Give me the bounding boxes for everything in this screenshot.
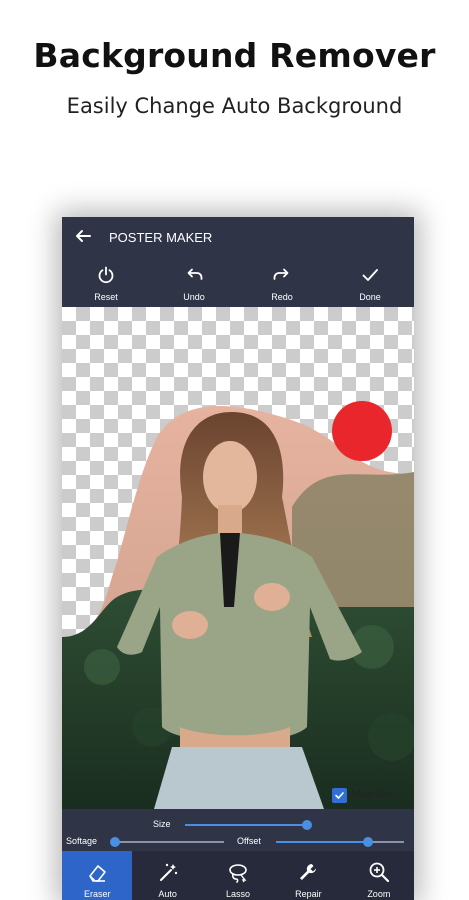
undo-label: Undo xyxy=(183,292,205,302)
nav-repair-label: Repair xyxy=(295,889,322,899)
photo-cutout xyxy=(62,401,414,809)
nav-lasso-label: Lasso xyxy=(226,889,251,899)
size-slider-track[interactable] xyxy=(185,824,311,826)
brush-controls: Size Softage Offset xyxy=(62,809,414,851)
magnifier-checkbox[interactable] xyxy=(332,788,347,803)
eraser-icon xyxy=(89,865,107,882)
nav-repair[interactable]: Repair xyxy=(273,851,343,900)
check-icon xyxy=(335,792,344,799)
nav-eraser[interactable]: Eraser xyxy=(62,851,133,900)
phone-screen: POSTER MAKER Reset Undo Redo Done Magnif… xyxy=(62,217,414,900)
softage-label: Softage xyxy=(66,836,98,846)
arrow-left-icon xyxy=(76,230,91,242)
nav-eraser-label: Eraser xyxy=(83,889,111,899)
edit-toolbar: Reset Undo Redo Done xyxy=(62,259,414,307)
promo-title: Background Remover xyxy=(33,36,436,75)
lasso-icon xyxy=(229,864,247,883)
app-bar: POSTER MAKER xyxy=(62,217,414,259)
wrench-icon xyxy=(300,864,317,880)
size-label: Size xyxy=(153,819,171,829)
reset-button[interactable]: Reset xyxy=(62,259,150,307)
offset-slider-rest xyxy=(368,841,404,843)
check-icon xyxy=(362,269,378,281)
magic-wand-icon xyxy=(159,863,177,881)
undo-button[interactable]: Undo xyxy=(150,259,238,307)
softage-slider-track[interactable] xyxy=(114,841,224,843)
offset-slider-thumb[interactable] xyxy=(363,837,373,847)
nav-auto[interactable]: Auto xyxy=(132,851,202,900)
back-button[interactable] xyxy=(72,227,94,249)
promo-subtitle: Easily Change Auto Background xyxy=(66,94,403,118)
redo-icon xyxy=(273,268,289,280)
redo-button[interactable]: Redo xyxy=(238,259,326,307)
offset-label: Offset xyxy=(237,836,261,846)
app-title: POSTER MAKER xyxy=(109,230,213,245)
magnifier-label: Magnifier xyxy=(352,789,394,800)
reset-label: Reset xyxy=(94,292,118,302)
bottom-tool-nav: Eraser Auto Lasso Repair Zoom xyxy=(62,851,414,900)
nav-auto-label: Auto xyxy=(158,889,177,899)
nav-zoom[interactable]: Zoom xyxy=(344,851,414,900)
size-slider-thumb[interactable] xyxy=(302,820,312,830)
nav-lasso[interactable]: Lasso xyxy=(203,851,273,900)
softage-slider-thumb[interactable] xyxy=(110,837,120,847)
power-icon xyxy=(98,266,114,284)
done-button[interactable]: Done xyxy=(326,259,414,307)
edit-canvas[interactable]: Magnifier xyxy=(62,307,414,809)
offset-slider-track[interactable] xyxy=(276,841,368,843)
done-label: Done xyxy=(359,292,381,302)
zoom-icon xyxy=(369,862,389,883)
undo-icon xyxy=(187,268,203,280)
nav-zoom-label: Zoom xyxy=(367,889,391,899)
redo-label: Redo xyxy=(271,292,293,302)
